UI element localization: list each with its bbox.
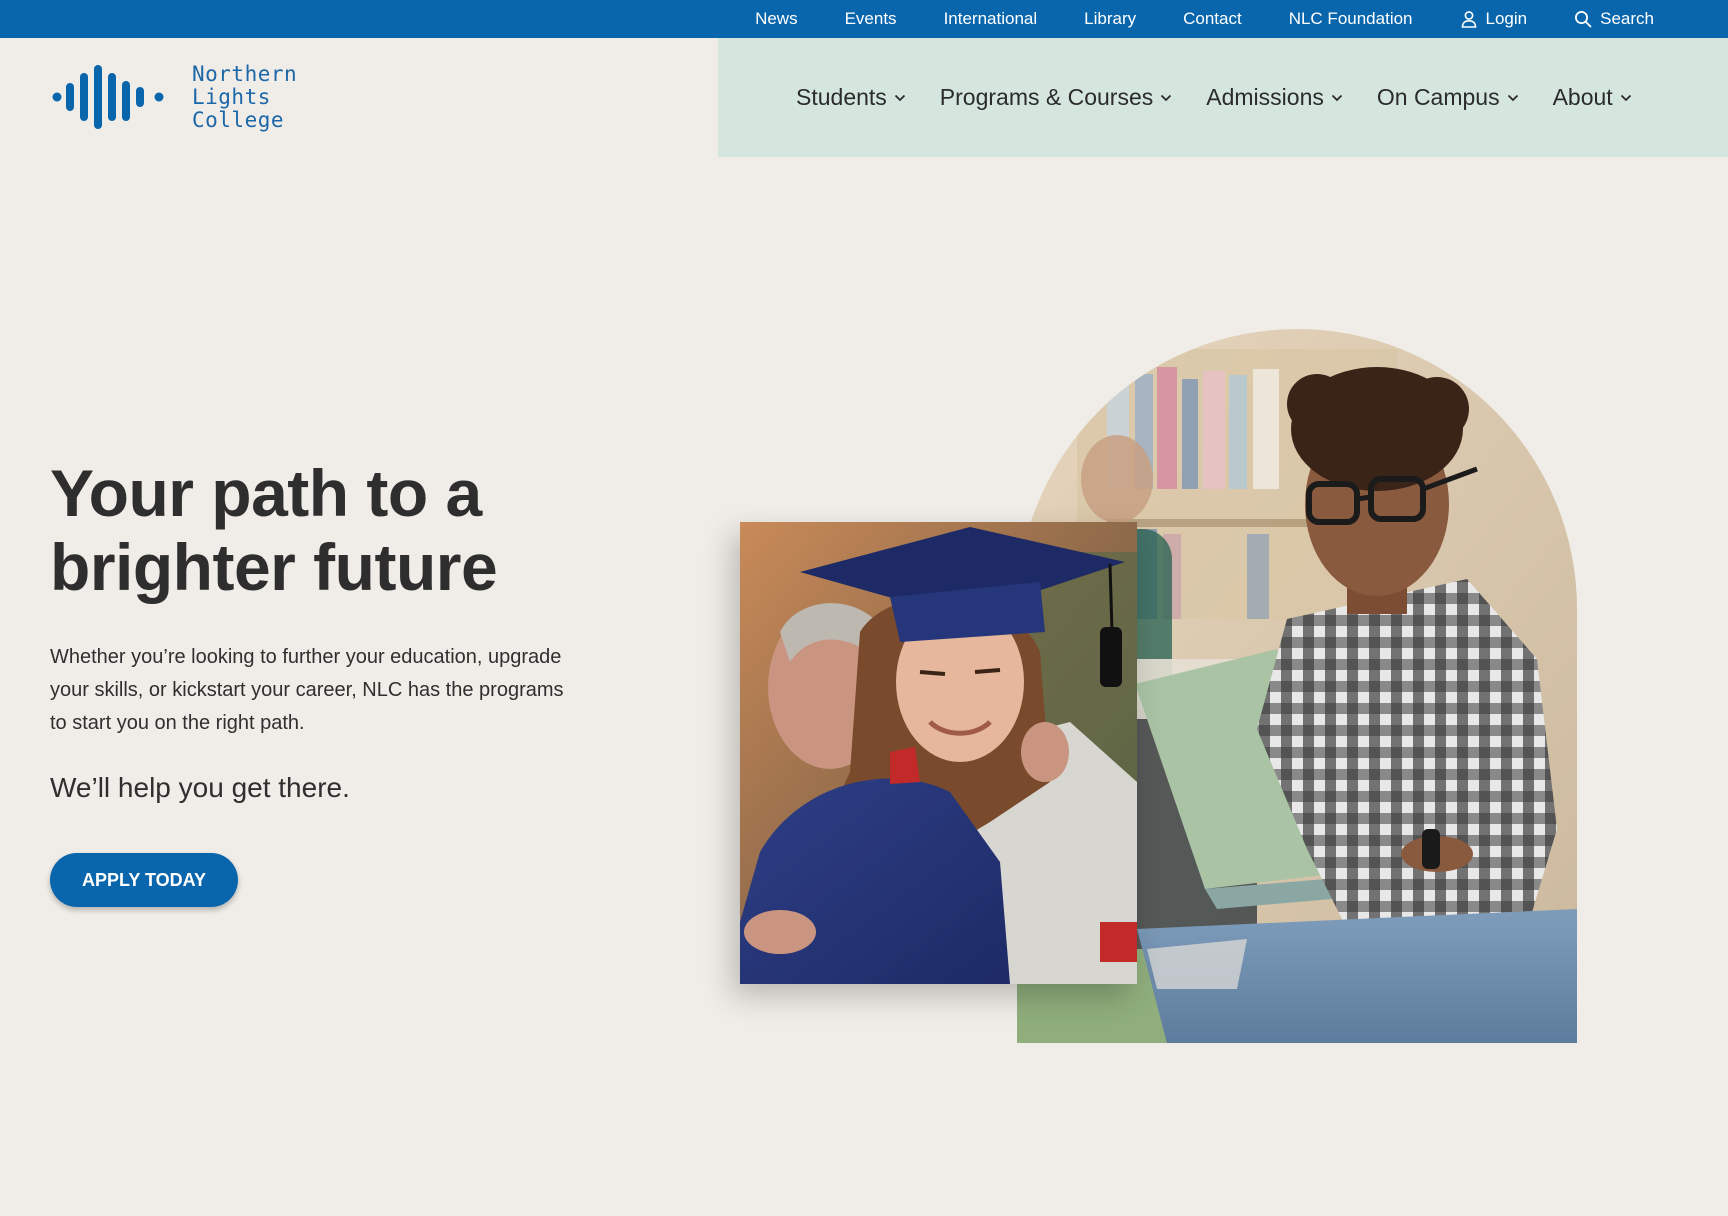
chevron-down-icon xyxy=(894,94,905,102)
nav-item-label: About xyxy=(1552,84,1613,110)
nav-item-students[interactable]: Students xyxy=(796,84,906,111)
logo-line-1: Northern Lights xyxy=(192,61,298,109)
chevron-down-icon xyxy=(1161,94,1172,102)
utility-link-international[interactable]: International xyxy=(944,9,1038,29)
college-logo[interactable]: Northern Lights College xyxy=(52,62,382,132)
chevron-down-icon xyxy=(1331,94,1343,102)
logo-line-2: College xyxy=(192,107,285,132)
main-nav: Students Programs & Courses Admissions O… xyxy=(718,38,1728,157)
nav-item-label: Programs & Courses xyxy=(939,84,1154,110)
search-label: Search xyxy=(1600,9,1654,28)
utility-link-library[interactable]: Library xyxy=(1084,9,1136,29)
nav-item-label: Students xyxy=(796,84,887,110)
logo-wave-icon xyxy=(52,63,166,131)
utility-link-events[interactable]: Events xyxy=(845,9,897,29)
apply-today-button[interactable]: APPLY TODAY xyxy=(50,853,238,907)
utility-bar: News Events International Library Contac… xyxy=(0,0,1728,38)
utility-link-news[interactable]: News xyxy=(755,9,798,29)
search-link[interactable]: Search xyxy=(1574,9,1654,29)
nav-item-admissions[interactable]: Admissions xyxy=(1206,84,1343,111)
hero-title-line-1: Your path to a xyxy=(50,456,482,530)
nav-item-about[interactable]: About xyxy=(1553,84,1632,111)
hero-description: Whether you’re looking to further your e… xyxy=(50,646,564,734)
chevron-down-icon xyxy=(1620,94,1631,102)
user-icon xyxy=(1460,10,1478,28)
search-icon xyxy=(1574,10,1592,28)
nav-item-on-campus[interactable]: On Campus xyxy=(1377,84,1519,111)
graduation-hug-photo xyxy=(740,522,1137,984)
utility-link-contact[interactable]: Contact xyxy=(1183,9,1242,29)
nav-item-programs-courses[interactable]: Programs & Courses xyxy=(940,84,1172,111)
hero-title-line-2: brighter future xyxy=(50,530,498,604)
utility-nav: News Events International Library Contac… xyxy=(755,0,1654,38)
login-link[interactable]: Login xyxy=(1460,9,1528,29)
nav-item-label: Admissions xyxy=(1206,84,1324,110)
login-label: Login xyxy=(1485,9,1528,28)
chevron-down-icon xyxy=(1507,94,1518,102)
utility-link-nlc-foundation[interactable]: NLC Foundation xyxy=(1289,9,1413,29)
logo-wordmark: Northern Lights College xyxy=(192,61,382,132)
nav-item-label: On Campus xyxy=(1376,84,1500,110)
hero-title: Your path to a brighter future xyxy=(50,456,610,604)
hero-tagline: We’ll help you get there. xyxy=(50,772,350,803)
